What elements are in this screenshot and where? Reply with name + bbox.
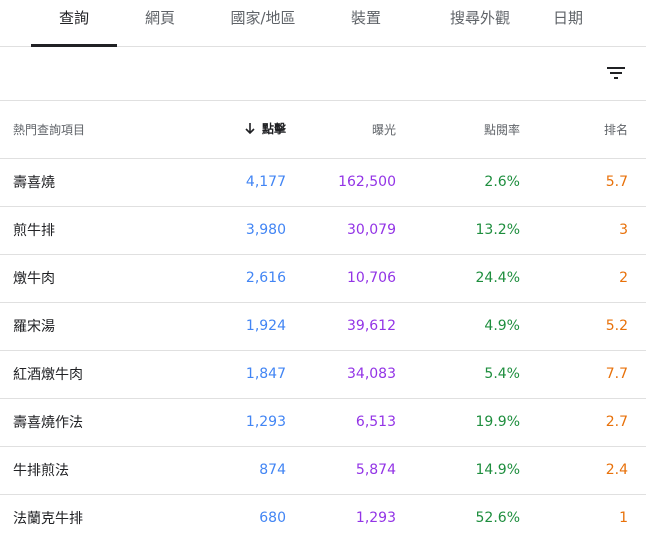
ctr-cell: 24.4% — [396, 254, 520, 303]
impressions-cell: 6,513 — [286, 398, 396, 447]
tab-label: 查詢 — [58, 9, 89, 27]
ctr-cell: 2.6% — [396, 158, 520, 207]
clicks-cell: 1,293 — [180, 398, 286, 447]
tab-dates[interactable]: 日期 — [530, 0, 606, 47]
ctr-cell: 52.6% — [396, 494, 520, 538]
tab-label: 搜尋外觀 — [449, 9, 510, 27]
clicks-cell: 874 — [180, 446, 286, 495]
position-cell: 2 — [520, 254, 646, 303]
position-cell: 5.2 — [520, 302, 646, 351]
table-row[interactable]: 法蘭克牛排 680 1,293 52.6% 1 — [0, 494, 646, 538]
table-row[interactable]: 燉牛肉 2,616 10,706 24.4% 2 — [0, 254, 646, 303]
tab-label: 國家/地區 — [230, 9, 296, 27]
tab-pages[interactable]: 網頁 — [117, 0, 203, 47]
impressions-cell: 1,293 — [286, 494, 396, 538]
query-cell: 羅宋湯 — [0, 302, 180, 351]
table-row[interactable]: 煎牛排 3,980 30,079 13.2% 3 — [0, 206, 646, 255]
impressions-cell: 10,706 — [286, 254, 396, 303]
ctr-cell: 19.9% — [396, 398, 520, 447]
filter-list-icon — [607, 67, 625, 79]
ctr-cell: 5.4% — [396, 350, 520, 399]
position-cell: 2.7 — [520, 398, 646, 447]
tab-label: 網頁 — [144, 9, 175, 27]
position-cell: 7.7 — [520, 350, 646, 399]
clicks-cell: 3,980 — [180, 206, 286, 255]
impressions-cell: 34,083 — [286, 350, 396, 399]
column-header-query[interactable]: 熱門查詢項目 — [0, 101, 180, 159]
table-row[interactable]: 壽喜燒 4,177 162,500 2.6% 5.7 — [0, 158, 646, 207]
tab-label: 日期 — [552, 9, 583, 27]
position-cell: 1 — [520, 494, 646, 538]
impressions-cell: 30,079 — [286, 206, 396, 255]
query-cell: 法蘭克牛排 — [0, 494, 180, 538]
column-header-label: 曝光 — [371, 122, 396, 137]
filter-button[interactable] — [604, 61, 628, 85]
toolbar — [0, 47, 646, 101]
ctr-cell: 13.2% — [396, 206, 520, 255]
clicks-cell: 2,616 — [180, 254, 286, 303]
query-cell: 煎牛排 — [0, 206, 180, 255]
column-header-clicks[interactable]: 點擊 — [180, 101, 286, 159]
clicks-cell: 680 — [180, 494, 286, 538]
clicks-cell: 4,177 — [180, 158, 286, 207]
query-cell: 牛排煎法 — [0, 446, 180, 495]
impressions-cell: 162,500 — [286, 158, 396, 207]
table-row[interactable]: 羅宋湯 1,924 39,612 4.9% 5.2 — [0, 302, 646, 351]
tab-queries[interactable]: 查詢 — [31, 0, 117, 47]
impressions-cell: 39,612 — [286, 302, 396, 351]
table-header-row: 熱門查詢項目 點擊 曝光 點閱率 排名 — [0, 101, 646, 159]
column-header-ctr[interactable]: 點閱率 — [396, 101, 520, 159]
column-header-label: 排名 — [603, 122, 628, 137]
clicks-cell: 1,847 — [180, 350, 286, 399]
column-header-position[interactable]: 排名 — [520, 101, 646, 159]
position-cell: 5.7 — [520, 158, 646, 207]
table-row[interactable]: 牛排煎法 874 5,874 14.9% 2.4 — [0, 446, 646, 495]
position-cell: 3 — [520, 206, 646, 255]
tab-devices[interactable]: 裝置 — [323, 0, 409, 47]
query-cell: 壽喜燒作法 — [0, 398, 180, 447]
queries-table: 熱門查詢項目 點擊 曝光 點閱率 排名 壽喜燒 4,177 162,500 2.… — [0, 101, 646, 538]
column-header-label: 點擊 — [261, 122, 286, 137]
tab-bar: 查詢 網頁 國家/地區 裝置 搜尋外觀 日期 — [0, 0, 646, 47]
arrow-down-icon — [244, 122, 256, 138]
position-cell: 2.4 — [520, 446, 646, 495]
query-cell: 紅酒燉牛肉 — [0, 350, 180, 399]
column-header-impressions[interactable]: 曝光 — [286, 101, 396, 159]
column-header-label: 點閱率 — [483, 122, 520, 137]
ctr-cell: 4.9% — [396, 302, 520, 351]
clicks-cell: 1,924 — [180, 302, 286, 351]
query-cell: 壽喜燒 — [0, 158, 180, 207]
tab-countries[interactable]: 國家/地區 — [203, 0, 323, 47]
ctr-cell: 14.9% — [396, 446, 520, 495]
column-header-label: 熱門查詢項目 — [13, 122, 86, 137]
tab-search-appearance[interactable]: 搜尋外觀 — [420, 0, 540, 47]
impressions-cell: 5,874 — [286, 446, 396, 495]
table-row[interactable]: 紅酒燉牛肉 1,847 34,083 5.4% 7.7 — [0, 350, 646, 399]
table-row[interactable]: 壽喜燒作法 1,293 6,513 19.9% 2.7 — [0, 398, 646, 447]
query-cell: 燉牛肉 — [0, 254, 180, 303]
tab-label: 裝置 — [350, 9, 381, 27]
